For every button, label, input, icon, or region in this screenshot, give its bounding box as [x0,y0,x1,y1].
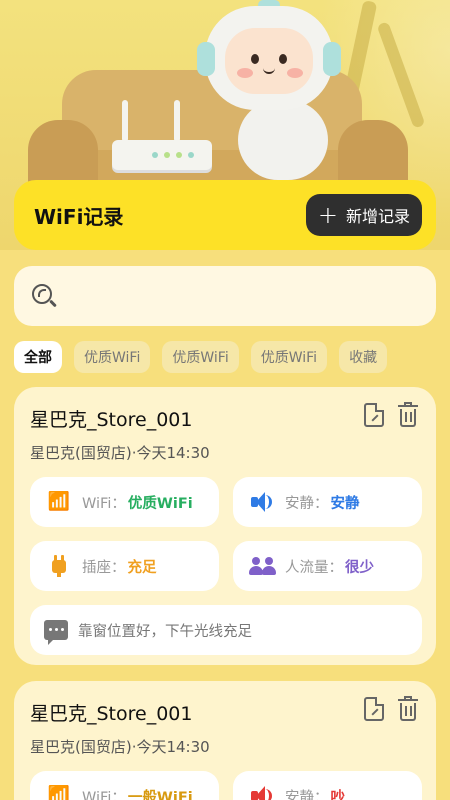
filter-chip-quality-wifi[interactable]: 优质WiFi [74,341,151,373]
add-record-button[interactable]: + 新增记录 [305,194,422,236]
router-illustration [112,100,212,170]
delete-icon[interactable] [398,696,418,721]
add-record-label: 新增记录 [345,207,410,226]
record-name: 星巴克_Store_001 [30,703,193,725]
tag-value: 吵 [330,789,346,800]
filter-chip-quality-wifi[interactable]: 优质WiFi [162,341,239,373]
record-card[interactable]: 星巴克_Store_001 星巴克(国贸店)·今天14:30 📶 WiFi： 一… [14,681,436,800]
delete-icon[interactable] [398,402,418,427]
tag-value: 一般WiFi [127,789,193,800]
comment-icon [44,620,68,645]
record-meta: 星巴克(国贸店)·今天14:30 [30,738,210,756]
search-icon [30,282,58,310]
tag-value: 优质WiFi [127,495,193,512]
plus-icon: + [317,201,338,229]
record-name: 星巴克_Store_001 [30,409,193,431]
tag-quiet: 安静： 安静 [233,477,422,527]
record-note: 靠窗位置好，下午光线充足 [30,605,422,655]
filter-chip-quality-wifi[interactable]: 优质WiFi [250,341,328,373]
page-title: WiFi记录 [34,204,124,229]
tag-crowd: 人流量： 很少 [233,541,422,591]
tag-value: 很少 [345,559,374,576]
people-icon [249,555,276,577]
filter-chip-favorites[interactable]: 收藏 [339,341,388,373]
tag-value: 安静 [330,495,360,512]
speaker-icon [251,491,273,513]
tag-wifi: 📶 WiFi： 优质WiFi [30,477,219,527]
tag-socket: 插座： 充足 [30,541,219,591]
robot-mascot [197,6,341,110]
note-text: 靠窗位置好，下午光线充足 [78,623,252,640]
tag-wifi: 📶 WiFi： 一般WiFi [30,771,219,800]
wifi-icon: 📶 [47,491,71,512]
record-card[interactable]: 星巴克_Store_001 星巴克(国贸店)·今天14:30 📶 WiFi： 优… [14,387,436,665]
page-header: WiFi记录 + 新增记录 [14,180,436,250]
record-meta: 星巴克(国贸店)·今天14:30 [30,444,210,462]
plug-icon [48,555,70,577]
robot-body [238,100,328,180]
tag-quiet: 安静： 吵 [233,771,422,800]
search-bar[interactable] [14,266,436,326]
edit-icon[interactable] [364,403,384,427]
wifi-icon: 📶 [47,785,71,800]
filter-chip-all[interactable]: 全部 [14,341,62,373]
tag-value: 充足 [127,559,157,576]
filter-tabs: 全部 优质WiFi 优质WiFi 优质WiFi 收藏 [14,341,436,373]
edit-icon[interactable] [364,697,384,721]
search-input[interactable] [66,276,436,316]
speaker-icon [251,785,273,800]
